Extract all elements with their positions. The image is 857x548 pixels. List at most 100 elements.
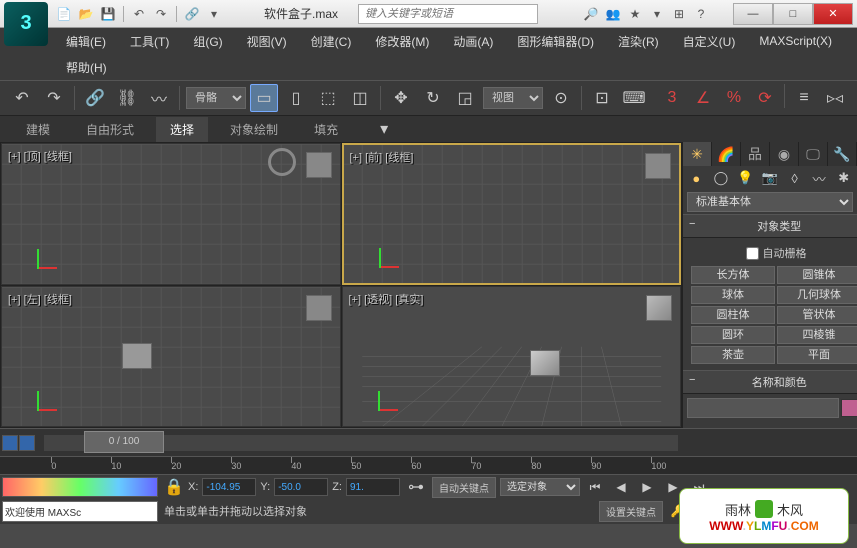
redo-icon[interactable]: ↷ [151, 4, 171, 24]
play-button[interactable]: ▶ [636, 477, 658, 497]
menu-grapheditors[interactable]: 图形编辑器(D) [507, 29, 604, 54]
track-toggle-2[interactable] [19, 435, 35, 451]
viewport-front[interactable]: [+] [前] [线框] [342, 143, 682, 285]
app-icon[interactable]: 3 [4, 2, 48, 46]
plane-button[interactable]: 平面 [777, 346, 857, 364]
window-crossing-button[interactable]: ◫ [346, 84, 374, 112]
z-coord-input[interactable] [346, 478, 400, 496]
category-dropdown[interactable]: 标准基本体 [687, 192, 853, 212]
selection-filter-dropdown[interactable]: 骨骼 [186, 87, 246, 109]
viewcube[interactable] [306, 152, 332, 178]
help-search-input[interactable] [358, 4, 538, 24]
track-toggle-1[interactable] [2, 435, 18, 451]
geosphere-button[interactable]: 几何球体 [777, 286, 857, 304]
scale-button[interactable]: ◲ [451, 84, 479, 112]
menu-rendering[interactable]: 渲染(R) [608, 29, 669, 54]
maxscript-listener[interactable] [2, 501, 158, 522]
x-coord-input[interactable] [202, 478, 256, 496]
menu-view[interactable]: 视图(V) [237, 29, 297, 54]
torus-button[interactable]: 圆环 [691, 326, 775, 344]
time-slider-track[interactable]: 0 / 100 [44, 435, 678, 451]
cone-button[interactable]: 圆锥体 [777, 266, 857, 284]
signin-icon[interactable]: ▾ [647, 4, 667, 24]
subtab-freeform[interactable]: 自由形式 [72, 117, 148, 142]
subtab-selection[interactable]: 选择 [156, 117, 208, 142]
sphere-button[interactable]: 球体 [691, 286, 775, 304]
keyboard-shortcut-button[interactable]: ⌨ [620, 84, 648, 112]
named-sets-button[interactable]: ≡ [790, 84, 818, 112]
new-file-icon[interactable]: 📄 [54, 4, 74, 24]
menu-create[interactable]: 创建(C) [301, 29, 362, 54]
display-tab[interactable]: 🖵 [799, 142, 828, 166]
viewcube-home-icon[interactable] [268, 148, 296, 176]
helpers-subtab[interactable]: ◊ [783, 168, 806, 188]
move-button[interactable]: ✥ [387, 84, 415, 112]
rect-select-button[interactable]: ⬚ [314, 84, 342, 112]
autogrid-checkbox[interactable]: 自动栅格 [687, 242, 857, 264]
unlink-button[interactable]: ⛓ [113, 84, 141, 112]
auto-key-button[interactable]: 自动关键点 [432, 477, 496, 498]
ribbon-expand-button[interactable]: ▾ [370, 115, 398, 143]
viewport-label[interactable]: [+] [左] [线框] [8, 291, 72, 307]
minimize-button[interactable]: — [733, 3, 773, 25]
systems-subtab[interactable]: ✱ [832, 168, 855, 188]
spinner-snap-button[interactable]: ⟳ [751, 84, 779, 112]
angle-snap-button[interactable]: ∠ [689, 84, 717, 112]
help-icon[interactable]: ? [691, 4, 711, 24]
scene-object[interactable] [530, 350, 560, 376]
hierarchy-tab[interactable]: 品 [741, 142, 770, 166]
redo-button[interactable]: ↷ [40, 84, 68, 112]
spacewarps-subtab[interactable]: 〰 [808, 168, 831, 188]
menu-edit[interactable]: 编辑(E) [56, 29, 116, 54]
workspace-icon[interactable]: ⊞ [669, 4, 689, 24]
ref-coord-dropdown[interactable]: 视图 [483, 87, 543, 109]
key-mode-button[interactable]: ⊶ [404, 477, 428, 497]
viewport-label[interactable]: [+] [顶] [线框] [8, 148, 72, 164]
key-target-dropdown[interactable]: 选定对象 [500, 478, 580, 496]
set-key-button[interactable]: 设置关键点 [599, 501, 663, 522]
pivot-button[interactable]: ⊙ [547, 84, 575, 112]
menu-tools[interactable]: 工具(T) [120, 29, 179, 54]
viewport-label[interactable]: [+] [前] [线框] [350, 149, 414, 165]
open-file-icon[interactable]: 📂 [76, 4, 96, 24]
favorites-icon[interactable]: ★ [625, 4, 645, 24]
percent-snap-button[interactable]: % [720, 84, 748, 112]
viewcube[interactable] [306, 295, 332, 321]
cameras-subtab[interactable]: 📷 [759, 168, 782, 188]
shapes-subtab[interactable]: ◯ [710, 168, 733, 188]
lock-selection-button[interactable]: 🔒 [164, 477, 184, 497]
subtab-populate[interactable]: 填充 [300, 117, 352, 142]
undo-icon[interactable]: ↶ [129, 4, 149, 24]
link-button[interactable]: 🔗 [81, 84, 109, 112]
close-button[interactable]: ✕ [813, 3, 853, 25]
tube-button[interactable]: 管状体 [777, 306, 857, 324]
goto-start-button[interactable]: ⏮ [584, 477, 606, 497]
comm-center-icon[interactable]: 👥 [603, 4, 623, 24]
y-coord-input[interactable] [274, 478, 328, 496]
rollout-object-type[interactable]: −对象类型 [683, 214, 857, 238]
viewport-left[interactable]: [+] [左] [线框] [1, 286, 341, 428]
viewcube[interactable] [645, 153, 671, 179]
menu-help[interactable]: 帮助(H) [56, 55, 117, 80]
viewport-top[interactable]: [+] [顶] [线框] [1, 143, 341, 285]
search-icon[interactable]: 🔎 [581, 4, 601, 24]
motion-tab[interactable]: ◉ [770, 142, 799, 166]
link-icon[interactable]: 🔗 [182, 4, 202, 24]
undo-button[interactable]: ↶ [8, 84, 36, 112]
subtab-objectpaint[interactable]: 对象绘制 [216, 117, 292, 142]
utilities-tab[interactable]: 🔧 [828, 142, 857, 166]
modify-tab[interactable]: 🌈 [712, 142, 741, 166]
time-slider[interactable]: 0 / 100 [84, 431, 164, 453]
box-button[interactable]: 长方体 [691, 266, 775, 284]
cylinder-button[interactable]: 圆柱体 [691, 306, 775, 324]
menu-maxscript[interactable]: MAXScript(X) [749, 30, 842, 52]
save-file-icon[interactable]: 💾 [98, 4, 118, 24]
viewport-perspective[interactable]: [+] [透视] [真实] [342, 286, 682, 428]
menu-animation[interactable]: 动画(A) [443, 29, 503, 54]
project-icon[interactable]: ▾ [204, 4, 224, 24]
menu-group[interactable]: 组(G) [183, 29, 232, 54]
menu-modifiers[interactable]: 修改器(M) [365, 29, 439, 54]
object-name-input[interactable] [687, 398, 839, 418]
snap-toggle-button[interactable]: 3 [658, 84, 686, 112]
select-by-name-button[interactable]: ▯ [282, 84, 310, 112]
